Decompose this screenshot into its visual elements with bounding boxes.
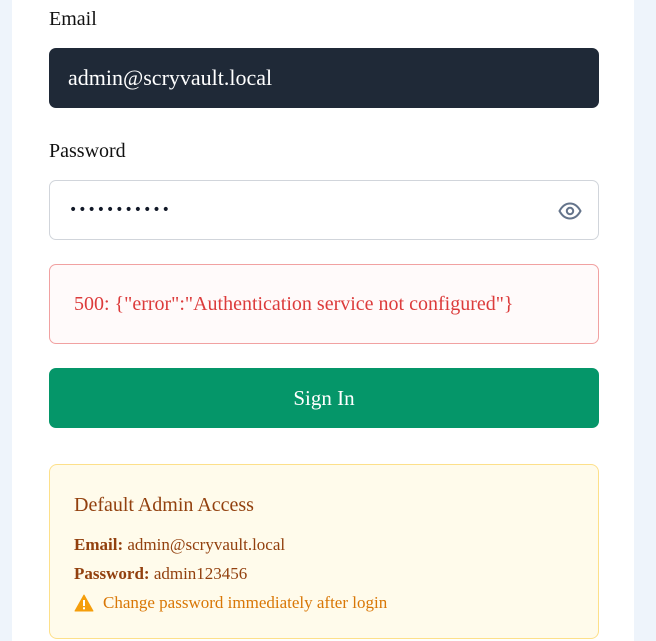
notice-password-label: Password:	[74, 564, 150, 583]
notice-title: Default Admin Access	[74, 494, 254, 516]
default-admin-notice: Default Admin Access Email: admin@scryva…	[49, 464, 599, 639]
error-message: 500: {"error":"Authentication service no…	[74, 292, 514, 315]
email-field-value: admin@scryvault.local	[68, 65, 273, 90]
password-field[interactable]: •••••••••••	[49, 180, 599, 240]
email-label: Email	[49, 8, 97, 30]
password-field-value: •••••••••••	[69, 201, 171, 218]
eye-icon[interactable]	[558, 199, 582, 223]
notice-warning-row: Change password immediately after login	[74, 593, 387, 613]
notice-email-label: Email:	[74, 535, 124, 554]
notice-email-row: Email: admin@scryvault.local	[74, 535, 285, 555]
sign-in-button[interactable]: Sign In	[49, 368, 599, 428]
notice-password-value: admin123456	[153, 564, 248, 583]
email-field[interactable]: admin@scryvault.local	[49, 48, 599, 108]
login-card: Email admin@scryvault.local Password •••…	[12, 0, 634, 641]
notice-password-row: Password: admin123456	[74, 564, 247, 584]
error-alert: 500: {"error":"Authentication service no…	[49, 264, 599, 344]
notice-email-value: admin@scryvault.local	[127, 535, 286, 554]
login-page: Email admin@scryvault.local Password •••…	[0, 0, 656, 641]
password-label: Password	[49, 140, 126, 162]
warning-icon	[74, 594, 94, 612]
notice-warning-text: Change password immediately after login	[103, 593, 388, 612]
